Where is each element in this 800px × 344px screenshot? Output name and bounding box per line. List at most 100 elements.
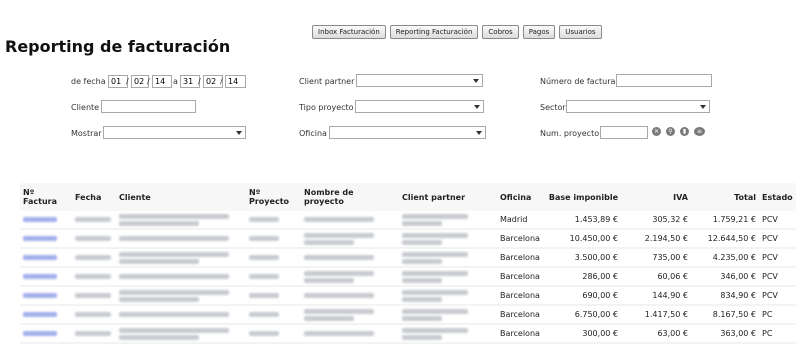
to-year-input[interactable] [225, 75, 246, 88]
redacted-text [249, 255, 279, 260]
redacted-text [402, 258, 442, 264]
redacted-text [75, 217, 111, 222]
redacted-text [402, 315, 442, 321]
invoice-number-cell[interactable] [20, 211, 72, 230]
total-cell: 834,90 € [691, 286, 759, 306]
redacted-text[interactable] [23, 274, 57, 279]
to-day-input[interactable] [180, 75, 200, 88]
redacted-text [119, 213, 229, 219]
col-factura[interactable]: Nº Factura [20, 183, 72, 211]
redacted-text [402, 296, 442, 302]
table-row[interactable]: Barcelona 690,00 €144,90 €834,90 € PCV [20, 286, 796, 306]
redacted-text [119, 220, 199, 226]
project-name-cell [301, 229, 399, 249]
table-row[interactable]: Barcelona 10.450,00 €2.194,50 €12.644,50 … [20, 229, 796, 249]
redacted-text[interactable] [23, 255, 57, 260]
invoice-number-cell[interactable] [20, 267, 72, 287]
iva-cell: 735,00 € [621, 248, 691, 268]
export-icon[interactable]: ≡ [694, 127, 705, 136]
nav-pagos-button[interactable]: Pagos [522, 25, 556, 39]
base-cell: 10.450,00 € [545, 229, 621, 249]
iva-cell: 1.417,50 € [621, 305, 691, 325]
base-cell: 690,00 € [545, 286, 621, 306]
sector-label: Sector [540, 103, 566, 112]
redacted-text[interactable] [23, 217, 57, 222]
invoice-number-cell[interactable] [20, 248, 72, 268]
redacted-text [304, 277, 354, 283]
nav-cobros-button[interactable]: Cobros [482, 25, 519, 39]
redacted-text [402, 220, 442, 226]
nav-usuarios-button[interactable]: Usuarios [559, 25, 602, 39]
client-cell [116, 305, 246, 325]
chevron-down-icon [474, 105, 480, 109]
project-name-cell [301, 305, 399, 325]
redacted-text [75, 312, 111, 317]
redacted-text [402, 277, 442, 283]
from-day-input[interactable] [108, 75, 128, 88]
search-icon[interactable]: ⚲ [666, 127, 675, 136]
table-row[interactable]: Barcelona 3.500,00 €735,00 €4.235,00 € PCV [20, 248, 796, 268]
col-proyecto[interactable]: Nº Proyecto [246, 183, 301, 211]
invoice-number-cell[interactable] [20, 229, 72, 249]
nav-reporting-facturacion-button[interactable]: Reporting Facturación [389, 25, 479, 39]
invoice-number-cell[interactable] [20, 324, 72, 344]
client-cell [116, 248, 246, 268]
table-row[interactable]: Madrid 1.453,89 €305,32 €1.759,21 € PCV [20, 211, 796, 230]
col-nombre-proyecto[interactable]: Nombre de proyecto [301, 183, 399, 211]
page-title: Reporting de facturación [5, 37, 231, 56]
table-row[interactable]: Barcelona 300,00 €63,00 €363,00 € PC [20, 324, 796, 344]
project-name-cell [301, 211, 399, 230]
col-estado[interactable]: Estado [759, 183, 796, 211]
status-cell: PC [759, 305, 796, 325]
redacted-text[interactable] [23, 236, 57, 241]
iva-cell: 63,00 € [621, 324, 691, 344]
date-cell [72, 248, 116, 268]
nav-inbox-facturacion-button[interactable]: Inbox Facturación [312, 25, 386, 39]
status-cell: PCV [759, 229, 796, 249]
invoice-number-cell[interactable] [20, 286, 72, 306]
col-cliente[interactable]: Cliente [116, 183, 246, 211]
tipo-proyecto-select[interactable] [355, 100, 484, 113]
total-cell: 4.235,00 € [691, 248, 759, 268]
chevron-down-icon [476, 131, 482, 135]
redacted-text [119, 251, 229, 257]
col-iva[interactable]: IVA [621, 183, 691, 211]
date-cell [72, 267, 116, 287]
numero-factura-input[interactable] [616, 74, 712, 87]
redacted-text [249, 312, 279, 317]
redacted-text [402, 239, 442, 245]
client-cell [116, 286, 246, 306]
col-fecha[interactable]: Fecha [72, 183, 116, 211]
project-number-cell [246, 305, 301, 325]
close-circle-icon[interactable]: ✕ [652, 127, 661, 136]
sector-select[interactable] [566, 100, 710, 113]
col-oficina[interactable]: Oficina [497, 183, 545, 211]
redacted-text[interactable] [23, 331, 57, 336]
col-base-imponible[interactable]: Base imponible [545, 183, 621, 211]
col-total[interactable]: Total [691, 183, 759, 211]
chevron-down-icon [236, 131, 242, 135]
date-cell [72, 286, 116, 306]
col-client-partner[interactable]: Client partner [399, 183, 497, 211]
redacted-text [75, 236, 111, 241]
client-cell [116, 324, 246, 344]
client-partner-select[interactable] [356, 74, 483, 87]
client-cell [116, 229, 246, 249]
num-proyecto-input[interactable] [600, 126, 648, 139]
redacted-text[interactable] [23, 293, 57, 298]
table-row[interactable]: Barcelona 286,00 €60,06 €346,00 € PCV [20, 267, 796, 287]
table-row[interactable]: Barcelona 6.750,00 €1.417,50 €8.167,50 € P… [20, 305, 796, 325]
print-icon[interactable]: ▮ [680, 127, 689, 136]
redacted-text [119, 258, 199, 264]
redacted-text[interactable] [23, 312, 57, 317]
project-name-cell [301, 267, 399, 287]
from-year-input[interactable] [152, 75, 172, 88]
cliente-input[interactable] [101, 100, 196, 113]
redacted-text [119, 236, 229, 241]
office-cell: Barcelona [497, 267, 545, 287]
oficina-select[interactable] [329, 126, 486, 139]
date-cell [72, 305, 116, 325]
mostrar-select[interactable] [103, 126, 246, 139]
invoice-number-cell[interactable] [20, 305, 72, 325]
office-cell: Barcelona [497, 248, 545, 268]
